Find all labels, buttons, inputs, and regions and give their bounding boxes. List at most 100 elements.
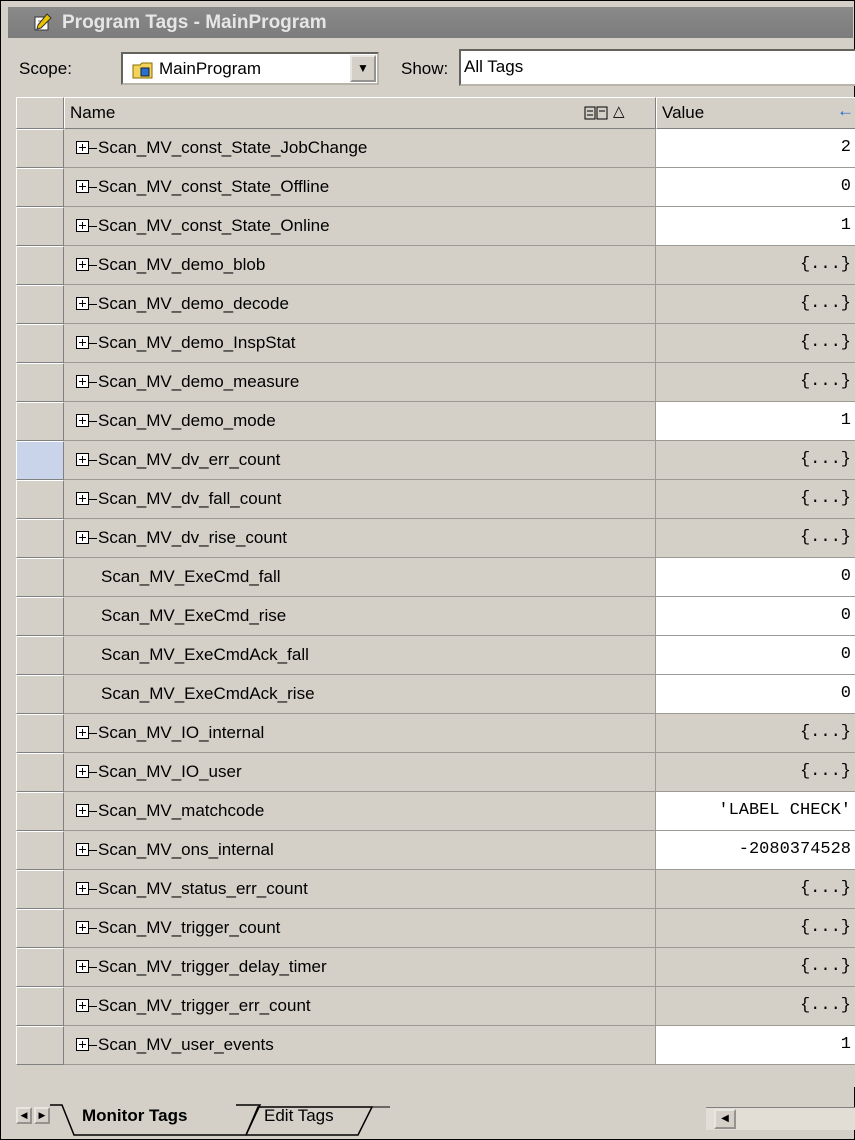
column-header-value[interactable]: Value ← [656,97,855,129]
table-row[interactable]: Scan_MV_ExeCmdAck_fall 0 [16,636,855,675]
table-row[interactable]: Scan_MV_demo_measure {...} [16,363,855,402]
table-row[interactable]: Scan_MV_IO_user {...} [16,753,855,792]
table-row[interactable]: Scan_MV_ExeCmd_fall 0 [16,558,855,597]
row-header[interactable] [16,441,64,480]
table-row[interactable]: Scan_MV_ExeCmdAck_rise 0 [16,675,855,714]
row-header[interactable] [16,1026,64,1065]
expand-plus-icon[interactable] [76,1038,89,1051]
tag-name-cell[interactable]: Scan_MV_ExeCmd_rise [64,597,656,636]
expand-plus-icon[interactable] [76,258,89,271]
row-header[interactable] [16,519,64,558]
tag-value-cell[interactable]: 'LABEL CHECK' [656,792,855,831]
scroll-left-icon[interactable]: ◀ [714,1109,736,1129]
tag-value-cell[interactable]: 0 [656,597,855,636]
expand-plus-icon[interactable] [76,336,89,349]
table-row[interactable]: Scan_MV_const_State_Online 1 [16,207,855,246]
title-bar[interactable]: Program Tags - MainProgram [8,7,853,38]
tag-value-cell[interactable]: 0 [656,675,855,714]
expand-plus-icon[interactable] [76,180,89,193]
row-header[interactable] [16,948,64,987]
tag-name-cell[interactable]: Scan_MV_status_err_count [64,870,656,909]
tag-name-cell[interactable]: Scan_MV_IO_user [64,753,656,792]
tag-name-cell[interactable]: Scan_MV_demo_blob [64,246,656,285]
table-row[interactable]: Scan_MV_ExeCmd_rise 0 [16,597,855,636]
tag-name-cell[interactable]: Scan_MV_const_State_JobChange [64,129,656,168]
tab-monitor-tags[interactable]: Monitor Tags [82,1101,187,1132]
expand-plus-icon[interactable] [76,882,89,895]
tag-value-cell[interactable]: 1 [656,1026,855,1065]
tag-name-cell[interactable]: Scan_MV_trigger_delay_timer [64,948,656,987]
tag-name-cell[interactable]: Scan_MV_ExeCmdAck_fall [64,636,656,675]
row-header[interactable] [16,168,64,207]
expand-plus-icon[interactable] [76,141,89,154]
tag-name-cell[interactable]: Scan_MV_demo_measure [64,363,656,402]
table-row[interactable]: Scan_MV_demo_blob {...} [16,246,855,285]
row-header[interactable] [16,831,64,870]
row-header[interactable] [16,909,64,948]
row-header[interactable] [16,792,64,831]
table-row[interactable]: Scan_MV_demo_mode 1 [16,402,855,441]
expand-plus-icon[interactable] [76,531,89,544]
tag-name-cell[interactable]: Scan_MV_dv_fall_count [64,480,656,519]
row-header[interactable] [16,675,64,714]
row-header[interactable] [16,363,64,402]
row-header[interactable] [16,870,64,909]
tag-value-cell[interactable]: 0 [656,636,855,675]
row-header[interactable] [16,636,64,675]
table-row[interactable]: Scan_MV_IO_internal {...} [16,714,855,753]
chevron-down-icon[interactable]: ▼ [350,55,376,82]
expand-plus-icon[interactable] [76,453,89,466]
expand-plus-icon[interactable] [76,921,89,934]
expand-plus-icon[interactable] [76,375,89,388]
tag-value-cell[interactable]: -2080374528 [656,831,855,870]
tag-value-cell[interactable]: 0 [656,558,855,597]
table-row[interactable]: Scan_MV_ons_internal -2080374528 [16,831,855,870]
tag-name-cell[interactable]: Scan_MV_demo_InspStat [64,324,656,363]
tag-name-cell[interactable]: Scan_MV_ExeCmd_fall [64,558,656,597]
tag-name-cell[interactable]: Scan_MV_ons_internal [64,831,656,870]
tag-name-cell[interactable]: Scan_MV_const_State_Offline [64,168,656,207]
table-row[interactable]: Scan_MV_demo_InspStat {...} [16,324,855,363]
tag-name-cell[interactable]: Scan_MV_trigger_err_count [64,987,656,1026]
table-row[interactable]: Scan_MV_dv_rise_count {...} [16,519,855,558]
table-row[interactable]: Scan_MV_dv_err_count {...} [16,441,855,480]
tab-edit-tags[interactable]: Edit Tags [264,1101,334,1132]
column-header-name[interactable]: Name △ [64,97,656,129]
tag-value-cell[interactable]: 1 [656,207,855,246]
sort-ascending-icon[interactable]: △ [613,102,625,120]
horizontal-scrollbar[interactable]: ◀ [706,1107,855,1130]
table-row[interactable]: Scan_MV_user_events 1 [16,1026,855,1065]
row-header[interactable] [16,987,64,1026]
tag-name-cell[interactable]: Scan_MV_ExeCmdAck_rise [64,675,656,714]
tag-name-cell[interactable]: Scan_MV_demo_mode [64,402,656,441]
table-row[interactable]: Scan_MV_trigger_count {...} [16,909,855,948]
table-row[interactable]: Scan_MV_dv_fall_count {...} [16,480,855,519]
column-chooser-icon[interactable] [584,104,608,122]
row-header[interactable] [16,402,64,441]
tag-name-cell[interactable]: Scan_MV_dv_rise_count [64,519,656,558]
table-row[interactable]: Scan_MV_status_err_count {...} [16,870,855,909]
expand-plus-icon[interactable] [76,804,89,817]
tag-name-cell[interactable]: Scan_MV_user_events [64,1026,656,1065]
tab-scroll-right-icon[interactable]: ▶ [34,1107,50,1124]
row-header[interactable] [16,558,64,597]
expand-plus-icon[interactable] [76,219,89,232]
row-header[interactable] [16,480,64,519]
table-row[interactable]: Scan_MV_matchcode 'LABEL CHECK' [16,792,855,831]
expand-plus-icon[interactable] [76,765,89,778]
tag-name-cell[interactable]: Scan_MV_dv_err_count [64,441,656,480]
tag-name-cell[interactable]: Scan_MV_matchcode [64,792,656,831]
tag-name-cell[interactable]: Scan_MV_const_State_Online [64,207,656,246]
expand-plus-icon[interactable] [76,414,89,427]
row-header[interactable] [16,753,64,792]
row-header[interactable] [16,597,64,636]
expand-plus-icon[interactable] [76,726,89,739]
tag-name-cell[interactable]: Scan_MV_demo_decode [64,285,656,324]
table-row[interactable]: Scan_MV_trigger_err_count {...} [16,987,855,1026]
tag-name-cell[interactable]: Scan_MV_trigger_count [64,909,656,948]
row-header[interactable] [16,207,64,246]
expand-plus-icon[interactable] [76,297,89,310]
back-arrow-icon[interactable]: ← [837,101,854,121]
tag-value-cell[interactable]: 0 [656,168,855,207]
tab-scroll-left-icon[interactable]: ◀ [16,1107,32,1124]
